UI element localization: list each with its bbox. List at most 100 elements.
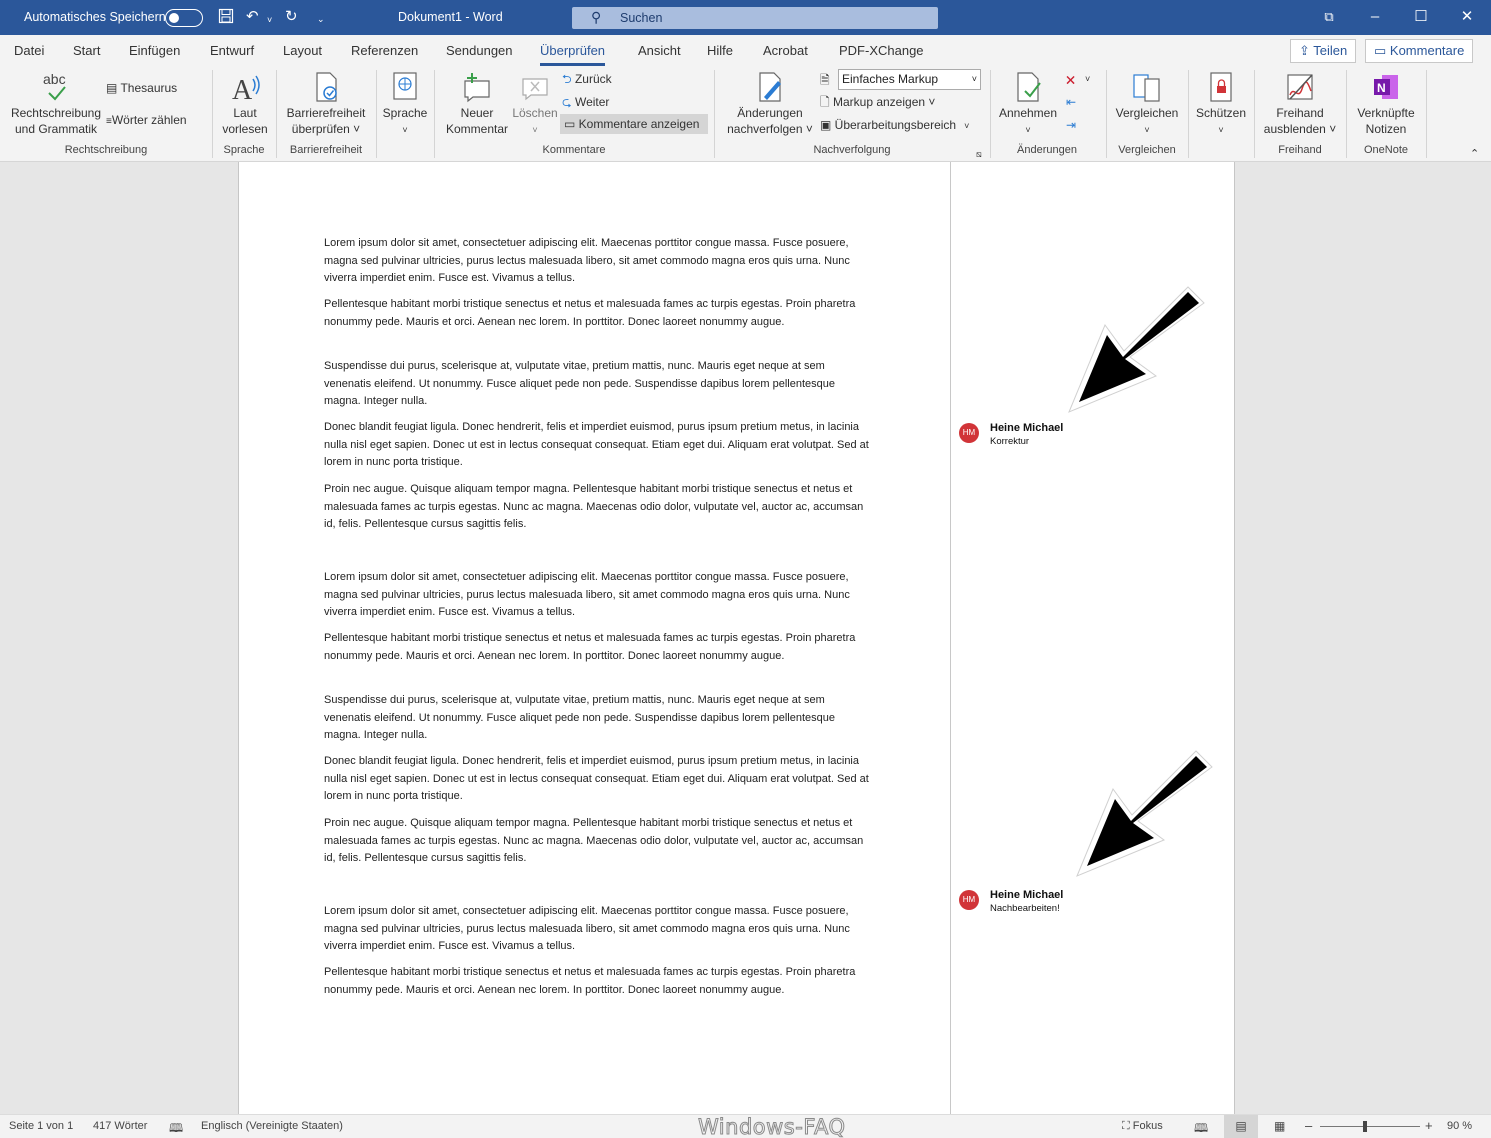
customize-qat-icon[interactable]: ⌄ — [317, 10, 325, 28]
document-title: Dokument1 - Word — [398, 10, 503, 24]
language-button[interactable]: Sprache ˅ — [380, 71, 430, 138]
tab-sendungen[interactable]: Sendungen — [446, 43, 513, 58]
paragraph[interactable]: Donec blandit feugiat ligula. Donec hend… — [324, 753, 869, 806]
zoom-slider-thumb[interactable] — [1363, 1121, 1367, 1132]
separator — [376, 70, 377, 158]
new-comment-button[interactable]: Neuer Kommentar — [440, 71, 514, 137]
zoom-in-button[interactable]: + — [1425, 1118, 1433, 1133]
tab-einfuegen[interactable]: Einfügen — [129, 43, 180, 58]
tab-layout[interactable]: Layout — [283, 43, 322, 58]
next-change-icon[interactable]: ⇥ — [1066, 117, 1076, 133]
proofing-icon[interactable]: 🕮 — [169, 1119, 183, 1138]
tracking-dialog-launcher-icon[interactable]: ⧅ — [976, 146, 982, 162]
tab-acrobat[interactable]: Acrobat — [763, 43, 808, 58]
paragraph[interactable]: Pellentesque habitant morbi tristique se… — [324, 296, 869, 331]
avatar: HM — [959, 890, 979, 910]
paragraph[interactable]: Proin nec augue. Quisque aliquam tempor … — [324, 481, 869, 534]
paragraph[interactable]: Suspendisse dui purus, scelerisque at, v… — [324, 358, 869, 411]
accessibility-label-2: überprüfen ˅ — [291, 122, 361, 136]
tab-referenzen[interactable]: Referenzen — [351, 43, 418, 58]
protect-button[interactable]: Schützen ˅ — [1192, 71, 1250, 138]
collapse-ribbon-icon[interactable]: ⌃ — [1470, 146, 1479, 162]
chevron-down-icon: ˅ — [532, 125, 538, 135]
paragraph[interactable]: Pellentesque habitant morbi tristique se… — [324, 630, 869, 665]
thesaurus-button[interactable]: ▤ Thesaurus — [106, 80, 177, 96]
comments-button[interactable]: ▭ Kommentare — [1365, 39, 1474, 63]
comment-icon: ▭ — [1374, 43, 1390, 58]
read-aloud-icon: A — [229, 71, 261, 106]
tab-ueberpruefen[interactable]: Überprüfen — [540, 43, 606, 66]
read-aloud-button[interactable]: A Laut vorlesen — [218, 71, 272, 137]
linked-notes-button[interactable]: N Verknüpfte Notizen — [1352, 71, 1420, 137]
group-label-ink: Freihand — [1278, 144, 1322, 156]
tab-ansicht[interactable]: Ansicht — [638, 43, 681, 58]
focus-icon: ⛶ — [1122, 1120, 1133, 1132]
maximize-icon[interactable]: ☐ — [1398, 0, 1444, 35]
tab-start[interactable]: Start — [73, 43, 100, 58]
show-comments-button[interactable]: ▭ Kommentare anzeigen — [560, 114, 708, 134]
undo-dropdown-icon[interactable]: ˅ — [267, 11, 272, 29]
tab-entwurf[interactable]: Entwurf — [210, 43, 254, 58]
language-status[interactable]: Englisch (Vereinigte Staaten) — [201, 1120, 343, 1132]
paragraph[interactable]: Suspendisse dui purus, scelerisque at, v… — [324, 692, 869, 745]
tab-hilfe[interactable]: Hilfe — [707, 43, 733, 58]
document-canvas: Lorem ipsum dolor sit amet, consectetuer… — [0, 162, 1491, 1114]
read-aloud-label-1: Laut — [233, 106, 257, 120]
paragraph[interactable]: Donec blandit feugiat ligula. Donec hend… — [324, 419, 869, 472]
next-comment-button[interactable]: ⮎ Weiter — [562, 94, 609, 110]
comment-text[interactable]: Korrektur — [990, 436, 1029, 447]
print-layout-icon[interactable]: ▤ — [1224, 1115, 1258, 1138]
spelling-grammar-button[interactable]: abc Rechtschreibung und Grammatik — [8, 71, 104, 137]
close-icon[interactable]: ✕ — [1444, 0, 1490, 35]
separator — [1188, 70, 1189, 158]
share-button[interactable]: ⇪ Teilen — [1290, 39, 1357, 63]
tab-pdf-xchange[interactable]: PDF-XChange — [839, 43, 924, 58]
markup-display-select[interactable]: Einfaches Markup ˅ — [838, 69, 981, 90]
reject-icon[interactable]: 🗙 — [1066, 71, 1075, 87]
zoom-level[interactable]: 90 % — [1447, 1120, 1472, 1132]
paragraph[interactable]: Lorem ipsum dolor sit amet, consectetuer… — [324, 235, 869, 288]
next-label: Weiter — [574, 95, 610, 109]
group-label-tracking: Nachverfolgung — [813, 144, 891, 156]
accept-button[interactable]: Annehmen ˅ — [996, 71, 1060, 138]
minimize-icon[interactable]: – — [1352, 0, 1398, 35]
paragraph[interactable]: Lorem ipsum dolor sit amet, consectetuer… — [324, 903, 869, 956]
search-box[interactable]: ⚲ Suchen — [572, 7, 938, 29]
previous-change-icon[interactable]: ⇤ — [1066, 94, 1076, 110]
autosave-toggle[interactable] — [165, 9, 203, 27]
accessibility-check-button[interactable]: Barrierefreiheit überprüfen ˅ — [282, 71, 370, 137]
comment-margin-divider — [950, 162, 951, 1114]
language-icon — [390, 71, 420, 103]
undo-icon[interactable]: ↶ — [246, 8, 259, 26]
paragraph[interactable]: Lorem ipsum dolor sit amet, consectetuer… — [324, 569, 869, 622]
show-markup-button[interactable]: 🗋 Markup anzeigen ˅ — [820, 94, 935, 110]
comment-text[interactable]: Nachbearbeiten! — [990, 903, 1060, 914]
language-label: Sprache — [382, 106, 428, 120]
paragraph[interactable]: Proin nec augue. Quisque aliquam tempor … — [324, 815, 869, 868]
document-page[interactable]: Lorem ipsum dolor sit amet, consectetuer… — [238, 162, 1235, 1114]
read-mode-icon[interactable]: 🕮 — [1194, 1119, 1208, 1138]
separator — [1426, 70, 1427, 158]
delete-comment-button[interactable]: Löschen ˅ — [510, 71, 560, 138]
word-count[interactable]: 417 Wörter — [93, 1120, 147, 1132]
page-count[interactable]: Seite 1 von 1 — [9, 1120, 73, 1132]
word-count-button[interactable]: ≡Wörter zählen — [106, 112, 187, 130]
redo-icon[interactable]: ↻ — [285, 8, 298, 26]
focus-mode-button[interactable]: ⛶ Fokus — [1122, 1120, 1163, 1133]
compare-button[interactable]: Vergleichen ˅ — [1112, 71, 1182, 138]
previous-comment-button[interactable]: ⮌ Zurück — [562, 71, 612, 87]
toggle-knob — [169, 13, 179, 23]
zoom-slider[interactable] — [1320, 1126, 1420, 1127]
chevron-down-icon[interactable]: ˅ — [1085, 71, 1090, 87]
hide-ink-button[interactable]: Freihand ausblenden ˅ — [1260, 71, 1340, 137]
track-changes-button[interactable]: Änderungen nachverfolgen ˅ — [722, 71, 818, 137]
svg-text:N: N — [1377, 81, 1386, 95]
ribbon-display-icon[interactable]: ⧉ — [1306, 0, 1352, 35]
web-layout-icon[interactable]: ▦ — [1274, 1119, 1285, 1133]
tab-datei[interactable]: Datei — [14, 43, 44, 58]
save-icon[interactable] — [218, 8, 234, 29]
reviewing-pane-button[interactable]: ▣ Überarbeitungsbereich ˅ — [820, 117, 969, 134]
zoom-out-button[interactable]: – — [1305, 1118, 1312, 1133]
comment-author: Heine Michael — [990, 889, 1064, 901]
paragraph[interactable]: Pellentesque habitant morbi tristique se… — [324, 964, 869, 999]
